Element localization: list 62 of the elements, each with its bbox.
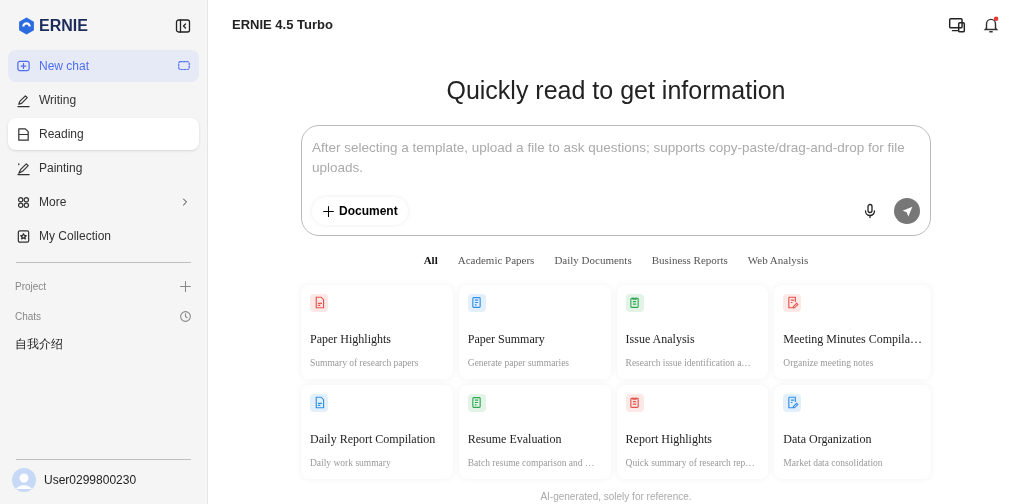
new-chat-icon [16, 58, 31, 74]
devices-icon[interactable] [948, 16, 966, 34]
template-card[interactable]: Issue Analysis Research issue identification a… [616, 284, 769, 379]
send-icon [900, 204, 914, 218]
clock-icon[interactable] [179, 309, 192, 323]
sidebar-toggle-icon[interactable] [175, 18, 191, 34]
sidebar-item[interactable]: Reading [8, 118, 199, 150]
document-icon [16, 126, 31, 142]
template-card[interactable]: Meeting Minutes Compila… Organize meeting notes [774, 284, 931, 379]
category-tab[interactable]: Business Reports [641, 252, 738, 269]
bookmark-icon [16, 228, 31, 244]
template-title: Resume Evaluation [467, 430, 563, 448]
template-card[interactable]: Data Organization Market data consolidation [774, 384, 931, 479]
logo-icon [18, 17, 35, 35]
brand-name: ERNIE [39, 16, 88, 36]
sidebar-item[interactable]: Painting [8, 152, 199, 184]
disclaimer: AI-generated, solely for reference. [540, 489, 692, 504]
pen-icon [16, 92, 31, 108]
plus-icon[interactable] [179, 279, 192, 293]
template-title: Paper Summary [467, 330, 546, 348]
document-button[interactable]: Document [312, 197, 408, 225]
template-title: Data Organization [783, 430, 873, 448]
template-card[interactable]: Paper Highlights Summary of research papers [301, 284, 453, 379]
question-input[interactable]: After selecting a template, upload a file to ask questions; supports copy-paste/drag-and-drop for file uploads. Document [301, 125, 931, 236]
category-tab[interactable]: Academic Papers [447, 252, 545, 269]
model-name[interactable]: ERNIE 4.5 Turbo [232, 15, 333, 35]
template-description: Generate paper summaries [467, 356, 571, 370]
brush-icon [16, 160, 31, 176]
bell-icon[interactable] [982, 16, 1000, 34]
template-description: Summary of research papers [310, 356, 420, 370]
category-tab[interactable]: All [413, 252, 448, 269]
section-label: Chats [15, 309, 42, 324]
sidebar-item[interactable]: Writing [8, 84, 199, 116]
template-title: Daily Report Compilation [310, 430, 437, 448]
user-name: User0299800230 [44, 472, 137, 489]
chat-bubble-icon[interactable] [177, 59, 191, 73]
template-card[interactable]: Paper Summary Generate paper summaries [458, 284, 611, 379]
category-tab[interactable]: Web Analysis [737, 252, 819, 269]
page-heading: Quickly read to get information [446, 75, 786, 105]
template-description: Organize meeting notes [783, 356, 875, 370]
template-title: Issue Analysis [625, 330, 696, 348]
sidebar-item[interactable]: My Collection [8, 220, 199, 252]
template-title: Report Highlights [625, 430, 713, 448]
template-card[interactable]: Resume Evaluation Batch resume comparison and … [458, 384, 611, 479]
template-description: Research issue identification a… [625, 356, 752, 370]
template-description: Daily work summary [310, 456, 392, 470]
section-label: Project [15, 279, 47, 294]
microphone-icon[interactable] [862, 203, 878, 219]
template-card[interactable]: Daily Report Compilation Daily work summary [301, 384, 453, 479]
template-description: Market data consolidation [783, 456, 884, 470]
template-title: Paper Highlights [310, 330, 392, 348]
template-card[interactable]: Report Highlights Quick summary of research rep… [616, 384, 769, 479]
chat-history-item[interactable]: 自我介绍 [0, 335, 207, 353]
sidebar-item[interactable]: More [8, 186, 199, 218]
template-description: Batch resume comparison and … [467, 456, 596, 470]
sidebar-item[interactable]: New chat [8, 50, 199, 82]
template-title: Meeting Minutes Compila… [783, 330, 922, 348]
template-description: Quick summary of research rep… [625, 456, 756, 470]
category-tab[interactable]: Daily Documents [544, 252, 642, 269]
send-button[interactable] [894, 198, 920, 224]
grid-icon [16, 194, 31, 210]
plus-icon [322, 204, 335, 218]
